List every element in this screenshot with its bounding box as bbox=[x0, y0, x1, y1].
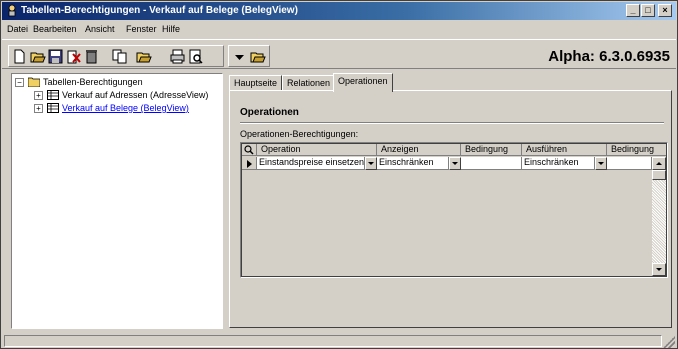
ausfuehren-dropdown-button[interactable] bbox=[595, 157, 607, 170]
cell-bedingung-2[interactable] bbox=[607, 157, 652, 170]
dropdown-button[interactable] bbox=[231, 48, 248, 65]
maximize-button[interactable]: □ bbox=[641, 4, 655, 17]
table-icon bbox=[47, 90, 59, 102]
anzeigen-dropdown-button[interactable] bbox=[449, 157, 461, 170]
section-divider bbox=[240, 122, 664, 124]
application-window: Tabellen-Berechtigungen - Verkauf auf Be… bbox=[0, 0, 678, 349]
current-row-icon bbox=[242, 157, 257, 170]
grid-search-header[interactable] bbox=[242, 144, 257, 156]
copy-button[interactable] bbox=[111, 48, 128, 65]
version-label: Alpha: 6.3.0.6935 bbox=[548, 48, 670, 65]
column-header-bedingung-2[interactable]: Bedingung bbox=[607, 144, 666, 156]
close-button[interactable]: × bbox=[658, 4, 672, 17]
window-title: Tabellen-Berechtigungen - Verkauf auf Be… bbox=[21, 5, 298, 16]
minimize-icon: _ bbox=[630, 5, 636, 15]
menu-fenster[interactable]: Fenster bbox=[126, 24, 157, 34]
collapse-icon[interactable]: − bbox=[15, 78, 24, 87]
print-icon bbox=[170, 49, 185, 64]
tab-hauptseite[interactable]: Hauptseite bbox=[229, 75, 283, 91]
cancel-edit-icon bbox=[67, 50, 81, 64]
toolbar-group-secondary bbox=[228, 45, 270, 67]
tree-item-label: Verkauf auf Adressen (AdresseView) bbox=[62, 90, 209, 100]
print-preview-button[interactable] bbox=[187, 48, 204, 65]
scroll-up-icon[interactable] bbox=[652, 157, 666, 170]
tree-item-link[interactable]: Verkauf auf Belege (BelegView) bbox=[62, 103, 189, 113]
save-icon bbox=[48, 49, 63, 64]
delete-button[interactable] bbox=[83, 48, 100, 65]
toolbar: Alpha: 6.3.0.6935 bbox=[2, 39, 676, 69]
print-button[interactable] bbox=[169, 48, 186, 65]
toolbar-group-main bbox=[8, 45, 224, 67]
cell-bedingung[interactable] bbox=[461, 157, 522, 170]
dropdown-arrow-icon bbox=[235, 55, 244, 60]
menu-bar: Datei Bearbeiten Ansicht Fenster Hilfe bbox=[2, 21, 676, 38]
cell-ausfuehren[interactable]: Einschränken bbox=[522, 157, 595, 170]
minimize-button[interactable]: _ bbox=[626, 4, 640, 17]
operation-dropdown-button[interactable] bbox=[365, 157, 377, 170]
save-button[interactable] bbox=[47, 48, 64, 65]
open-icon bbox=[30, 52, 46, 63]
title-bar[interactable]: Tabellen-Berechtigungen - Verkauf auf Be… bbox=[2, 2, 676, 20]
menu-bearbeiten[interactable]: Bearbeiten bbox=[33, 24, 77, 34]
expand-icon[interactable]: + bbox=[34, 91, 43, 100]
new-icon bbox=[14, 49, 25, 64]
section-title: Operationen bbox=[240, 107, 299, 118]
cell-operation[interactable]: Einstandspreise einsetzen bbox=[257, 157, 365, 170]
app-icon bbox=[6, 4, 18, 17]
new-button[interactable] bbox=[11, 48, 28, 65]
folder-open-button[interactable] bbox=[249, 48, 266, 65]
resize-grip-icon[interactable] bbox=[663, 336, 675, 348]
grid-body: Operation Anzeigen Bedingung Ausführen B… bbox=[241, 143, 667, 277]
scroll-down-icon[interactable] bbox=[652, 263, 666, 276]
table-icon bbox=[47, 103, 59, 115]
scroll-thumb[interactable] bbox=[652, 170, 666, 180]
status-pane bbox=[4, 335, 662, 347]
cell-anzeigen[interactable]: Einschränken bbox=[377, 157, 449, 170]
tab-relationen[interactable]: Relationen bbox=[282, 75, 336, 91]
folder-icon bbox=[27, 77, 41, 89]
permissions-grid[interactable]: Operation Anzeigen Bedingung Ausführen B… bbox=[240, 142, 668, 278]
cancel-edit-button[interactable] bbox=[65, 48, 82, 65]
grid-vertical-scrollbar[interactable] bbox=[652, 157, 666, 276]
status-bar bbox=[2, 334, 676, 348]
search-icon bbox=[244, 145, 254, 155]
open-folder-button[interactable] bbox=[135, 48, 152, 65]
column-header-operation[interactable]: Operation bbox=[257, 144, 377, 156]
tree-root-label: Tabellen-Berechtigungen bbox=[43, 77, 143, 87]
copy-icon bbox=[112, 49, 127, 64]
open-folder-icon bbox=[136, 52, 152, 63]
column-header-anzeigen[interactable]: Anzeigen bbox=[377, 144, 461, 156]
grid-label: Operationen-Berechtigungen: bbox=[240, 129, 359, 139]
column-header-ausfuehren[interactable]: Ausführen bbox=[522, 144, 607, 156]
delete-icon bbox=[86, 50, 97, 64]
menu-datei[interactable]: Datei bbox=[7, 24, 28, 34]
folder-open-icon bbox=[250, 52, 266, 63]
close-icon: × bbox=[662, 5, 668, 15]
expand-icon[interactable]: + bbox=[34, 104, 43, 113]
menu-ansicht[interactable]: Ansicht bbox=[85, 24, 115, 34]
column-header-bedingung[interactable]: Bedingung bbox=[461, 144, 522, 156]
menu-hilfe[interactable]: Hilfe bbox=[162, 24, 180, 34]
operations-panel: Operationen Operationen-Berechtigungen: … bbox=[229, 90, 672, 328]
table-tree[interactable]: − Tabellen-Berechtigungen + Verkauf auf … bbox=[11, 73, 223, 329]
maximize-icon: □ bbox=[645, 5, 651, 15]
print-preview-icon bbox=[189, 49, 203, 64]
tab-operationen[interactable]: Operationen bbox=[333, 73, 393, 92]
open-button[interactable] bbox=[29, 48, 46, 65]
